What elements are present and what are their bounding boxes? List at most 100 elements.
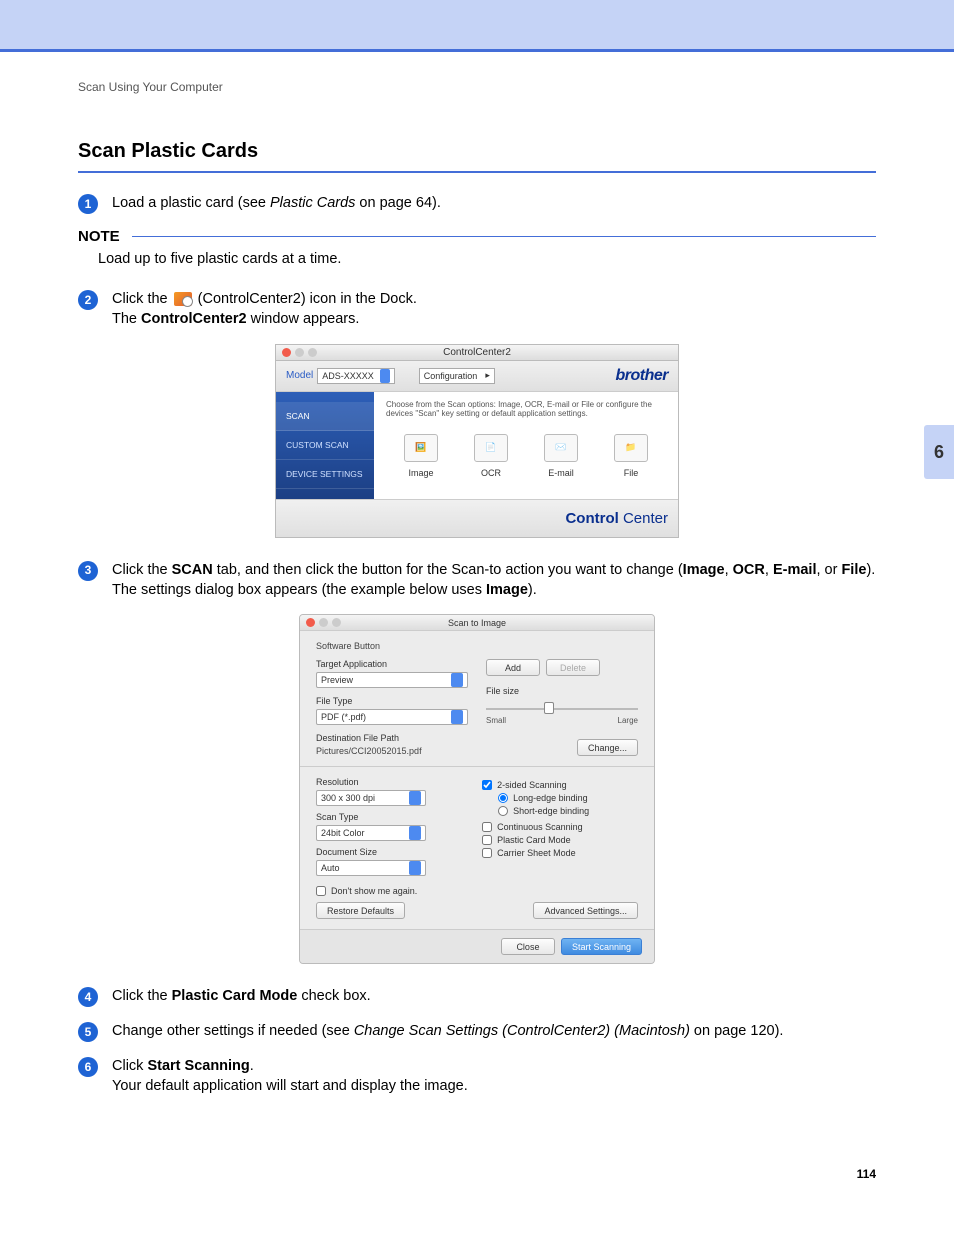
scantype-select[interactable]: 24bit Color [316, 825, 426, 841]
note-label: NOTE [78, 228, 120, 245]
s6b: Start Scanning [147, 1058, 249, 1074]
dest-path-label: Destination File Path [316, 733, 468, 743]
resolution-value: 300 x 300 dpi [321, 793, 375, 803]
add-button[interactable]: Add [486, 659, 540, 676]
filesize-slider[interactable] [486, 700, 638, 716]
s3b: SCAN [172, 562, 213, 578]
resolution-select[interactable]: 300 x 300 dpi [316, 790, 426, 806]
scan-ocr-button[interactable]: 📄 OCR [474, 434, 508, 478]
configuration-select[interactable]: Configuration ▸ [419, 368, 495, 384]
scan-email-label: E-mail [548, 468, 574, 478]
step-2-c2: ControlCenter2 [141, 311, 247, 327]
note-rule [132, 236, 876, 237]
scan-ocr-label: OCR [481, 468, 501, 478]
start-scanning-button[interactable]: Start Scanning [561, 938, 642, 955]
step-1-link[interactable]: Plastic Cards [270, 195, 355, 211]
scan-email-button[interactable]: ✉️ E-mail [544, 434, 578, 478]
filetype-value: PDF (*.pdf) [321, 712, 366, 722]
scan-image-label: Image [408, 468, 433, 478]
advanced-settings-button[interactable]: Advanced Settings... [533, 902, 638, 919]
cc2-title-text: ControlCenter2 [443, 347, 511, 358]
controlcenter-brand: Control Center [565, 510, 668, 527]
s3l: Image [486, 582, 528, 598]
page-number: 114 [78, 1167, 876, 1181]
chevron-down-icon [409, 826, 421, 840]
s6c: . [250, 1058, 254, 1074]
continuous-check[interactable]: Continuous Scanning [482, 822, 638, 832]
filetype-label: File Type [316, 696, 468, 706]
chevron-down-icon [451, 673, 463, 687]
dlg-title-text: Scan to Image [448, 618, 506, 628]
s3f: OCR [733, 562, 765, 578]
s3c: tab, and then click the button for the S… [213, 562, 683, 578]
scan-image-button[interactable]: 🖼️ Image [404, 434, 438, 478]
minimize-icon[interactable] [319, 618, 328, 627]
delete-button: Delete [546, 659, 600, 676]
s3g: , [765, 562, 773, 578]
brother-logo: brother [616, 367, 669, 385]
twosided-check[interactable]: 2-sided Scanning [482, 780, 638, 790]
cc2-description: Choose from the Scan options: Image, OCR… [386, 400, 666, 418]
plastic-card-check[interactable]: Plastic Card Mode [482, 835, 638, 845]
step-2: 2 Click the (ControlCenter2) icon in the… [78, 289, 876, 330]
step-1-text-b: on page 64). [355, 195, 440, 211]
cc2-sidebar: SCAN CUSTOM SCAN DEVICE SETTINGS [276, 392, 374, 499]
s3d: Image [683, 562, 725, 578]
filesize-label: File size [486, 686, 638, 696]
zoom-icon[interactable] [332, 618, 341, 627]
resolution-label: Resolution [316, 777, 464, 787]
longedge-radio[interactable]: Long-edge binding [498, 793, 638, 803]
figure-scan-to-image: Scan to Image Software Button Target App… [78, 614, 876, 964]
s5b[interactable]: Change Scan Settings (ControlCenter2) (M… [354, 1023, 690, 1039]
step-5-number: 5 [78, 1022, 98, 1042]
step-1-text-a: Load a plastic card (see [112, 195, 270, 211]
step-3: 3 Click the SCAN tab, and then click the… [78, 560, 876, 601]
change-button[interactable]: Change... [577, 739, 638, 756]
step-5: 5 Change other settings if needed (see C… [78, 1021, 876, 1042]
docsize-label: Document Size [316, 847, 464, 857]
sidebar-item-scan[interactable]: SCAN [276, 402, 374, 431]
dlg-titlebar: Scan to Image [300, 615, 654, 631]
step-4-number: 4 [78, 987, 98, 1007]
step-2-b: (ControlCenter2) icon in the Dock. [198, 291, 417, 307]
carrier-sheet-check[interactable]: Carrier Sheet Mode [482, 848, 638, 858]
scantype-value: 24bit Color [321, 828, 365, 838]
chevron-down-icon [451, 710, 463, 724]
restore-defaults-button[interactable]: Restore Defaults [316, 902, 405, 919]
zoom-icon[interactable] [308, 348, 317, 357]
s5c: on page 120). [690, 1023, 784, 1039]
close-button[interactable]: Close [501, 938, 555, 955]
dont-show-check[interactable]: Don't show me again. [316, 886, 638, 896]
dest-path-value: Pictures/CCI20052015.pdf [316, 746, 468, 756]
docsize-select[interactable]: Auto [316, 860, 426, 876]
step-2-c1: The [112, 311, 141, 327]
image-icon: 🖼️ [404, 434, 438, 462]
s3e: , [725, 562, 733, 578]
shortedge-radio[interactable]: Short-edge binding [498, 806, 638, 816]
folder-icon: 📁 [614, 434, 648, 462]
s5a: Change other settings if needed (see [112, 1023, 354, 1039]
sidebar-item-device-settings[interactable]: DEVICE SETTINGS [276, 460, 374, 489]
breadcrumb: Scan Using Your Computer [78, 80, 876, 94]
s6d: Your default application will start and … [112, 1078, 468, 1094]
model-select[interactable]: ADS-XXXXX [317, 368, 395, 384]
cc2-toolbar: Model ADS-XXXXX Configuration ▸ brother [276, 361, 678, 392]
target-app-select[interactable]: Preview [316, 672, 468, 688]
s4c: check box. [297, 988, 370, 1004]
note-header: NOTE [78, 228, 876, 245]
filetype-select[interactable]: PDF (*.pdf) [316, 709, 468, 725]
step-2-c3: window appears. [247, 311, 360, 327]
minimize-icon[interactable] [295, 348, 304, 357]
s4a: Click the [112, 988, 172, 1004]
divider [300, 766, 654, 767]
scan-file-button[interactable]: 📁 File [614, 434, 648, 478]
ocr-icon: 📄 [474, 434, 508, 462]
note-text: Load up to five plastic cards at a time. [98, 251, 876, 267]
sidebar-item-custom-scan[interactable]: CUSTOM SCAN [276, 431, 374, 460]
software-button-tab[interactable]: Software Button [316, 641, 638, 651]
step-2-number: 2 [78, 290, 98, 310]
scan-file-label: File [624, 468, 639, 478]
close-icon[interactable] [282, 348, 291, 357]
close-icon[interactable] [306, 618, 315, 627]
configuration-label: Configuration [424, 371, 478, 381]
